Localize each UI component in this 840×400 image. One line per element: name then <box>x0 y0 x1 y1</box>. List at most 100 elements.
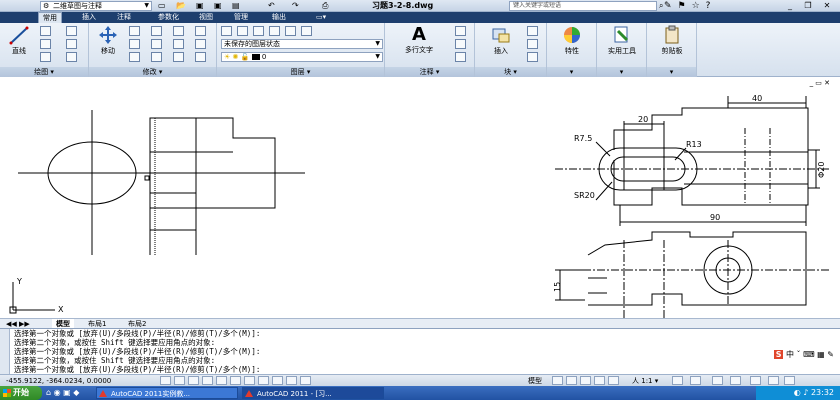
undo-icon[interactable]: ↶ <box>268 1 275 11</box>
scale-icon[interactable] <box>151 52 162 62</box>
zoom-icon[interactable] <box>594 376 605 385</box>
qp-toggle[interactable] <box>286 376 297 385</box>
arc-icon[interactable] <box>40 52 51 62</box>
annotation-visibility-icon[interactable] <box>672 376 683 385</box>
ribbon-toggle-icon[interactable]: ▭▾ <box>312 12 330 23</box>
array-icon[interactable] <box>195 39 206 49</box>
tab-output[interactable]: 输出 <box>268 12 290 23</box>
panel-clipboard-title[interactable]: ▾ <box>647 67 696 77</box>
lock-ui-icon[interactable] <box>712 376 723 385</box>
move-button[interactable]: 移动 <box>93 25 123 56</box>
search-icon[interactable]: ⌕ <box>659 1 663 11</box>
tray-icons[interactable]: ◐ ♪ <box>794 388 811 397</box>
workspace-switch-icon[interactable] <box>690 376 701 385</box>
infocenter-icons[interactable]: ✎⚑☆? <box>664 0 716 12</box>
minimize-icon[interactable]: _ <box>783 1 797 11</box>
save-icon[interactable]: ▣ <box>196 1 204 11</box>
quicklaunch-icons[interactable]: ⌂ ◉ ▣ ◆ <box>46 388 79 398</box>
new-icon[interactable]: ▭ <box>158 1 166 11</box>
close-icon[interactable]: ✕ <box>820 1 834 11</box>
hardware-accel-icon[interactable] <box>730 376 741 385</box>
create-block-icon[interactable] <box>527 26 538 36</box>
tab-insert[interactable]: 插入 <box>78 12 100 23</box>
restore-icon[interactable]: ❐ <box>801 1 815 11</box>
layer-match-icon[interactable] <box>301 26 312 36</box>
mtext-button[interactable]: A 多行文字 <box>397 25 441 55</box>
hatch-icon[interactable] <box>66 39 77 49</box>
otrack-toggle[interactable] <box>230 376 241 385</box>
layer-select[interactable]: ☀ ✺ 🔓 0 ▼ <box>221 52 383 62</box>
saveas-icon[interactable]: ▣ <box>214 1 222 11</box>
dyn-toggle[interactable] <box>258 376 269 385</box>
quickview-layouts-icon[interactable] <box>552 376 563 385</box>
offset-icon[interactable] <box>173 52 184 62</box>
status-menu-icon[interactable] <box>768 376 779 385</box>
lineweight-toggle[interactable] <box>272 376 283 385</box>
panel-layers-title[interactable]: 图层 ▾ <box>217 67 384 77</box>
panel-properties-title[interactable]: ▾ <box>547 67 596 77</box>
panel-modify-title[interactable]: 修改 ▾ <box>89 67 216 77</box>
tab-home[interactable]: 常用 <box>38 12 62 23</box>
tab-manage[interactable]: 管理 <box>230 12 252 23</box>
layer-lock-icon[interactable] <box>285 26 296 36</box>
edit-attribute-icon[interactable] <box>527 52 538 62</box>
rotate-icon[interactable] <box>129 26 140 36</box>
table-icon[interactable] <box>455 52 466 62</box>
search-input[interactable]: 键入关键字或短语 <box>509 1 657 11</box>
trim-icon[interactable] <box>151 26 162 36</box>
osnap-toggle[interactable] <box>216 376 227 385</box>
join-icon[interactable] <box>195 52 206 62</box>
mirror-icon[interactable] <box>129 39 140 49</box>
layer-freeze-icon[interactable] <box>269 26 280 36</box>
leader-icon[interactable] <box>455 39 466 49</box>
layer-isolate-icon[interactable] <box>237 26 248 36</box>
panel-draw-title[interactable]: 绘图 ▾ <box>0 67 88 77</box>
clean-screen-icon[interactable] <box>784 376 795 385</box>
tab-view[interactable]: 视图 <box>195 12 217 23</box>
command-window[interactable]: 选择第一个对象或 [放弃(U)/多段线(P)/半径(R)/修剪(T)/多个(M)… <box>0 328 840 375</box>
ducs-toggle[interactable] <box>244 376 255 385</box>
layer-properties-icon[interactable] <box>221 26 232 36</box>
pan-icon[interactable] <box>580 376 591 385</box>
circle-icon[interactable] <box>40 39 51 49</box>
rectangle-icon[interactable] <box>66 26 77 36</box>
ortho-toggle[interactable] <box>188 376 199 385</box>
erase-icon[interactable] <box>173 26 184 36</box>
dimension-icon[interactable] <box>455 26 466 36</box>
explode-icon[interactable] <box>173 39 184 49</box>
taskbar-item-book[interactable]: AutoCAD 2011实例教... <box>96 387 238 399</box>
steeringwheel-icon[interactable] <box>608 376 619 385</box>
properties-button[interactable]: 特性 <box>551 25 593 56</box>
plot-icon[interactable]: ▤ <box>232 1 240 11</box>
edit-block-icon[interactable] <box>527 39 538 49</box>
panel-annotation-title[interactable]: 注释 ▾ <box>385 67 474 77</box>
stretch-icon[interactable] <box>129 52 140 62</box>
ellipse-icon[interactable] <box>66 52 77 62</box>
polyline-icon[interactable] <box>40 26 51 36</box>
start-button[interactable]: 开始 <box>0 386 42 400</box>
panel-block-title[interactable]: 块 ▾ <box>475 67 546 77</box>
quickview-drawings-icon[interactable] <box>566 376 577 385</box>
command-window-handle[interactable] <box>0 329 10 375</box>
polar-toggle[interactable] <box>202 376 213 385</box>
tab-annotate[interactable]: 注释 <box>113 12 135 23</box>
utilities-button[interactable]: 实用工具 <box>599 25 645 56</box>
snap-toggle[interactable] <box>160 376 171 385</box>
layer-state-select[interactable]: 未保存的图层状态 ▼ <box>221 39 383 49</box>
workspace-selector[interactable]: ⚙ 二维草图与注释 ▼ <box>40 1 152 11</box>
line-button[interactable]: 直线 <box>4 25 34 56</box>
print-icon[interactable]: ⎙ <box>322 1 328 11</box>
grid-toggle[interactable] <box>174 376 185 385</box>
taskbar-item-autocad[interactable]: AutoCAD 2011 - [习... <box>242 387 384 399</box>
panel-utilities-title[interactable]: ▾ <box>597 67 646 77</box>
command-prompt-line[interactable]: 选择第一个对象或 [放弃(U)/多段线(P)/半径(R)/修剪(T)/多个(M)… <box>14 366 260 374</box>
ime-toolbar[interactable]: S 中 ˇ ⌨ ▦ ✎ <box>773 349 834 360</box>
redo-icon[interactable]: ↷ <box>292 1 299 11</box>
isolate-objects-icon[interactable] <box>750 376 761 385</box>
drawing-canvas[interactable]: Y X 40 20 R13 R7.5 SR20 Φ20 90 15 _ ▭ ✕ <box>0 77 840 318</box>
copy-icon[interactable] <box>195 26 206 36</box>
open-icon[interactable]: 📂 <box>176 1 186 11</box>
viewport-controls[interactable]: _ ▭ ✕ <box>810 79 830 87</box>
sc-toggle[interactable] <box>300 376 311 385</box>
insert-button[interactable]: 插入 <box>483 25 519 56</box>
